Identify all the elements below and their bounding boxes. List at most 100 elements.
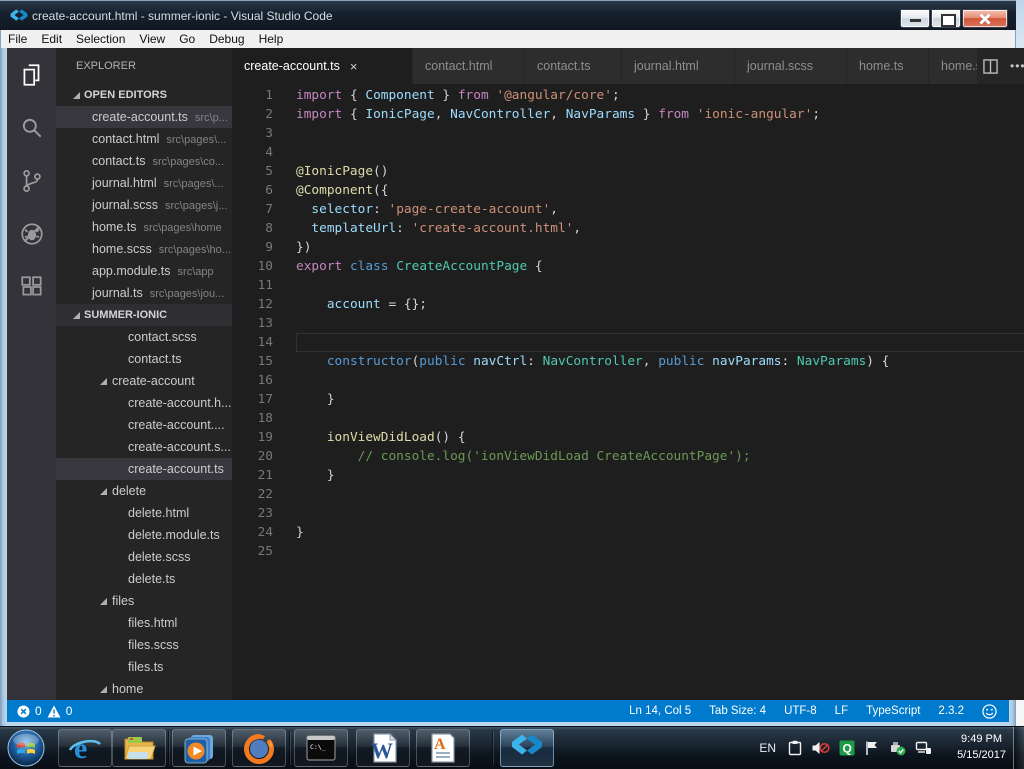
debug-icon[interactable] bbox=[7, 207, 56, 260]
tree-item-create-account[interactable]: create-account bbox=[56, 370, 232, 392]
tab-contact.ts[interactable]: contact.ts bbox=[525, 48, 622, 84]
taskbar-firefox[interactable] bbox=[232, 729, 286, 767]
menu-help[interactable]: Help bbox=[252, 32, 291, 46]
word-icon: W bbox=[366, 731, 400, 765]
svg-text:W: W bbox=[371, 738, 393, 763]
clipboard-icon[interactable] bbox=[787, 740, 803, 756]
menu-selection[interactable]: Selection bbox=[69, 32, 132, 46]
tab-journal.html[interactable]: journal.html bbox=[622, 48, 735, 84]
taskbar-word[interactable]: W bbox=[356, 729, 410, 767]
windows-explorer-icon bbox=[122, 731, 156, 765]
code-editor[interactable]: 1import { Component } from '@angular/cor… bbox=[232, 84, 1024, 700]
tree-item-files-ts[interactable]: files.ts bbox=[56, 656, 232, 678]
menu-file[interactable]: File bbox=[1, 32, 34, 46]
tree-item-files-html[interactable]: files.html bbox=[56, 612, 232, 634]
project-header[interactable]: SUMMER-IONIC bbox=[56, 304, 232, 326]
tab-create-account.ts[interactable]: create-account.ts× bbox=[232, 48, 413, 84]
taskbar-windows-explorer[interactable] bbox=[112, 729, 166, 767]
code-line-16: 16 bbox=[232, 371, 1024, 390]
tree-item-create-account-ts[interactable]: create-account.ts bbox=[56, 458, 232, 480]
tab-home.ts[interactable]: home.ts bbox=[847, 48, 929, 84]
open-editor-journal.ts[interactable]: journal.tssrc\pages\jou... bbox=[56, 282, 232, 304]
tree-item-create-account-h---[interactable]: create-account.h... bbox=[56, 392, 232, 414]
open-editor-create-account.ts[interactable]: create-account.tssrc\p... bbox=[56, 106, 232, 128]
close-button[interactable] bbox=[962, 9, 1008, 28]
status-lf[interactable]: LF bbox=[835, 705, 848, 717]
errors-count: 0 bbox=[35, 704, 42, 718]
menu-go[interactable]: Go bbox=[172, 32, 202, 46]
taskbar-vscode[interactable] bbox=[500, 729, 554, 767]
tree-item-contact-ts[interactable]: contact.ts bbox=[56, 348, 232, 370]
taskbar-command-prompt[interactable]: C:\_ bbox=[294, 729, 348, 767]
code-line-6: 6@Component({ bbox=[232, 181, 1024, 200]
language-indicator[interactable]: EN bbox=[759, 741, 776, 755]
vscode-taskbar-icon bbox=[511, 732, 543, 764]
status-tab-size-4[interactable]: Tab Size: 4 bbox=[709, 705, 766, 717]
open-editor-journal.scss[interactable]: journal.scsssrc\pages\j... bbox=[56, 194, 232, 216]
network-icon[interactable] bbox=[915, 740, 932, 756]
open-editor-app.module.ts[interactable]: app.module.tssrc\app bbox=[56, 260, 232, 282]
title-bar[interactable]: create-account.html - summer-ionic - Vis… bbox=[0, 0, 1016, 30]
code-line-4: 4 bbox=[232, 143, 1024, 162]
open-editor-home.ts[interactable]: home.tssrc\pages\home bbox=[56, 216, 232, 238]
tab-contact.html[interactable]: contact.html bbox=[413, 48, 525, 84]
tab-close-icon[interactable]: × bbox=[350, 59, 358, 74]
sidebar-title: EXPLORER bbox=[56, 48, 232, 84]
explorer-icon[interactable] bbox=[7, 48, 56, 101]
source-control-icon[interactable] bbox=[7, 154, 56, 207]
open-editor-contact.html[interactable]: contact.htmlsrc\pages\... bbox=[56, 128, 232, 150]
start-button[interactable] bbox=[6, 728, 46, 768]
tree-item-delete-module-ts[interactable]: delete.module.ts bbox=[56, 524, 232, 546]
action-center-flag-icon[interactable] bbox=[864, 740, 880, 756]
taskbar-internet-explorer[interactable]: e bbox=[58, 729, 112, 767]
open-editors-header[interactable]: OPEN EDITORS bbox=[56, 84, 232, 106]
volume-muted-icon[interactable] bbox=[812, 740, 830, 756]
code-line-23: 23 bbox=[232, 504, 1024, 523]
more-actions-icon[interactable]: ••• bbox=[1010, 59, 1024, 73]
split-editor-icon[interactable] bbox=[983, 59, 998, 74]
taskbar-wordpad[interactable]: A bbox=[416, 729, 470, 767]
show-desktop-button[interactable] bbox=[1013, 727, 1024, 769]
warnings-count: 0 bbox=[66, 704, 73, 718]
window-title: create-account.html - summer-ionic - Vis… bbox=[32, 9, 333, 23]
tree-item-delete[interactable]: delete bbox=[56, 480, 232, 502]
feedback-smiley-icon[interactable] bbox=[982, 704, 997, 719]
svg-text:A: A bbox=[434, 736, 446, 753]
menu-view[interactable]: View bbox=[132, 32, 172, 46]
status-ln-14-col-5[interactable]: Ln 14, Col 5 bbox=[629, 705, 691, 717]
warnings-icon[interactable] bbox=[47, 705, 61, 718]
svg-text:C:\_: C:\_ bbox=[310, 743, 326, 751]
tree-item-home[interactable]: home bbox=[56, 678, 232, 700]
menu-debug[interactable]: Debug bbox=[202, 32, 251, 46]
open-editor-home.scss[interactable]: home.scsssrc\pages\ho... bbox=[56, 238, 232, 260]
code-line-3: 3 bbox=[232, 124, 1024, 143]
taskbar-separator bbox=[492, 731, 494, 765]
extensions-icon[interactable] bbox=[7, 260, 56, 313]
tree-item-delete-html[interactable]: delete.html bbox=[56, 502, 232, 524]
open-editor-contact.ts[interactable]: contact.tssrc\pages\co... bbox=[56, 150, 232, 172]
menu-edit[interactable]: Edit bbox=[34, 32, 69, 46]
safely-remove-hardware-icon[interactable] bbox=[889, 740, 906, 756]
taskbar-media-player[interactable] bbox=[172, 729, 226, 767]
taskbar-clock[interactable]: 9:49 PM 5/15/2017 bbox=[957, 731, 1006, 763]
tree-item-contact-scss[interactable]: contact.scss bbox=[56, 326, 232, 348]
taskbar-separator bbox=[289, 731, 291, 765]
tree-item-create-account----[interactable]: create-account.... bbox=[56, 414, 232, 436]
tab-journal.scss[interactable]: journal.scss bbox=[735, 48, 847, 84]
q-app-icon[interactable]: Q bbox=[839, 740, 855, 756]
restore-button[interactable] bbox=[931, 9, 961, 28]
status-typescript[interactable]: TypeScript bbox=[866, 705, 920, 717]
open-editor-journal.html[interactable]: journal.htmlsrc\pages\... bbox=[56, 172, 232, 194]
status-2-3-2[interactable]: 2.3.2 bbox=[938, 705, 964, 717]
minimize-button[interactable] bbox=[900, 9, 930, 28]
tree-item-delete-ts[interactable]: delete.ts bbox=[56, 568, 232, 590]
media-player-icon bbox=[182, 731, 216, 765]
tree-item-delete-scss[interactable]: delete.scss bbox=[56, 546, 232, 568]
tree-item-files[interactable]: files bbox=[56, 590, 232, 612]
search-icon[interactable] bbox=[7, 101, 56, 154]
tree-item-create-account-s---[interactable]: create-account.s... bbox=[56, 436, 232, 458]
errors-icon[interactable] bbox=[17, 705, 30, 718]
clock-date: 5/15/2017 bbox=[957, 747, 1006, 763]
tree-item-files-scss[interactable]: files.scss bbox=[56, 634, 232, 656]
status-utf-8[interactable]: UTF-8 bbox=[784, 705, 817, 717]
